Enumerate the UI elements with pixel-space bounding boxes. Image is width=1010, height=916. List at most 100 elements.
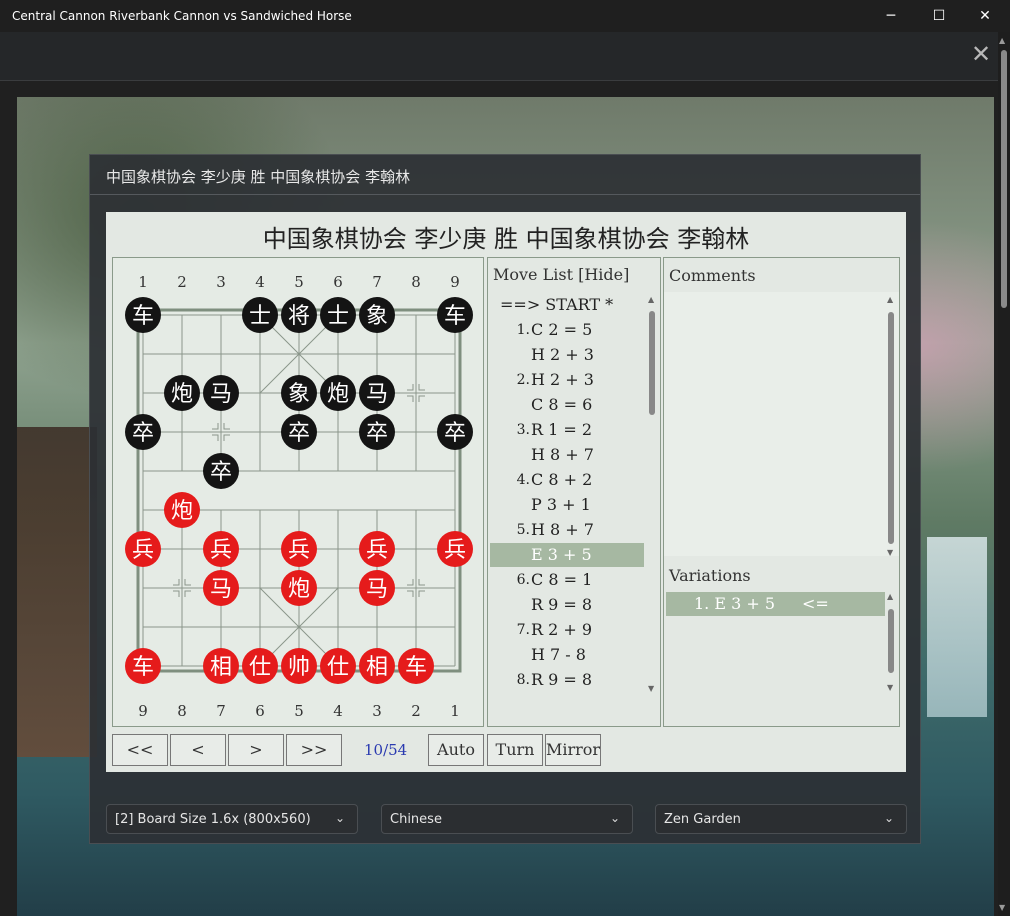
move-row[interactable]: 4. C 8 + 2 [490, 468, 644, 492]
move-row[interactable]: H 7 - 8 [490, 643, 644, 667]
board-size-select[interactable]: [2] Board Size 1.6x (800x560) ⌄ [106, 804, 358, 834]
board-size-value: [2] Board Size 1.6x (800x560) [115, 812, 311, 827]
next-move-button[interactable]: > [228, 734, 284, 766]
game-dialog: 中国象棋协会 李少庚 胜 中国象棋协会 李翰林 中国象棋协会 李少庚 胜 中国象… [89, 154, 921, 844]
file-label-bottom: 2 [411, 702, 421, 720]
variations-header: Variations [669, 566, 751, 585]
file-label-top: 9 [450, 273, 460, 291]
variation-item[interactable]: 1. E 3 + 5 <= [666, 592, 885, 616]
move-row[interactable]: 7. R 2 + 9 [490, 618, 644, 642]
scroll-down-icon[interactable]: ▼ [999, 903, 1005, 912]
move-row[interactable]: H 8 + 7 [490, 443, 644, 467]
scroll-up-icon[interactable]: ▲ [887, 295, 893, 304]
move-list: ==> START * 1. C 2 = 5H 2 + 3 2. H 2 + 3C 8… [490, 293, 644, 693]
position-marker [173, 590, 180, 597]
move-notation: H 8 + 7 [531, 445, 594, 464]
comments-panel: Comments ▲ ▼ Variations 1. E 3 + 5 <= ▲ … [663, 257, 900, 727]
start-label: ==> START * [500, 295, 614, 314]
file-label-top: 8 [411, 273, 421, 291]
piece-label: 马 [210, 577, 232, 602]
move-row[interactable]: R 9 = 8 [490, 593, 644, 617]
position-marker [212, 434, 219, 441]
move-notation: R 9 = 8 [531, 595, 593, 614]
theme-select[interactable]: Zen Garden ⌄ [655, 804, 907, 834]
piece-label: 车 [132, 304, 154, 329]
file-label-bottom: 9 [138, 702, 148, 720]
move-row[interactable]: 6. C 8 = 1 [490, 568, 644, 592]
piece-label: 卒 [210, 460, 232, 485]
move-row[interactable]: 2. H 2 + 3 [490, 368, 644, 392]
move-start-row[interactable]: ==> START * [490, 293, 644, 317]
minimize-button[interactable]: ─ [868, 0, 914, 32]
piece-label: 卒 [132, 421, 154, 446]
scrollbar-thumb[interactable] [888, 609, 894, 673]
chevron-down-icon: ⌄ [883, 811, 894, 825]
piece-label: 炮 [171, 382, 193, 407]
piece-label: 马 [366, 382, 388, 407]
move-number: 8. [516, 672, 530, 688]
move-number: 7. [516, 622, 530, 638]
move-number: 2. [516, 372, 530, 388]
move-row[interactable]: C 8 = 6 [490, 393, 644, 417]
dialog-divider [90, 194, 920, 195]
scroll-down-icon[interactable]: ▼ [648, 684, 654, 693]
maximize-button[interactable]: ☐ [916, 0, 962, 32]
piece-label: 兵 [132, 538, 154, 563]
scrollbar-thumb[interactable] [888, 312, 894, 544]
piece-label: 车 [405, 655, 427, 680]
close-window-button[interactable]: ✕ [962, 0, 1008, 32]
move-notation: H 2 + 3 [531, 370, 594, 389]
turn-board-button[interactable]: Turn [487, 734, 543, 766]
piece-label: 相 [366, 655, 388, 680]
move-counter: 10/54 [364, 741, 408, 759]
first-move-button[interactable]: << [112, 734, 168, 766]
move-list-scrollbar[interactable]: ▲ ▼ [646, 295, 658, 693]
move-list-header[interactable]: Move List [Hide] [493, 265, 629, 284]
scroll-down-icon[interactable]: ▼ [887, 683, 893, 692]
piece-label: 炮 [288, 577, 310, 602]
window-scrollbar[interactable]: ▲ ▼ [998, 32, 1010, 916]
move-row[interactable]: 8. R 9 = 8 [490, 668, 644, 692]
auto-play-button[interactable]: Auto [428, 734, 484, 766]
theme-value: Zen Garden [664, 812, 741, 827]
piece-label: 炮 [327, 382, 349, 407]
move-row[interactable]: 3. R 1 = 2 [490, 418, 644, 442]
comments-text[interactable] [664, 292, 899, 556]
piece-label: 仕 [327, 655, 349, 680]
piece-style-select[interactable]: Chinese ⌄ [381, 804, 633, 834]
prev-move-button[interactable]: < [170, 734, 226, 766]
move-number: 1. [516, 322, 530, 338]
last-move-button[interactable]: >> [286, 734, 342, 766]
board-canvas[interactable]: 1 2 3 4 5 6 7 8 99 8 7 6 5 4 3 2 1车士将士象车炮马象炮马卒卒卒卒卒炮兵兵兵兵兵… [113, 258, 485, 728]
close-viewer-icon[interactable]: ✕ [970, 42, 992, 66]
file-label-bottom: 6 [255, 702, 265, 720]
scroll-up-icon[interactable]: ▲ [887, 592, 893, 601]
piece-label: 车 [132, 655, 154, 680]
piece-label: 象 [366, 304, 388, 329]
move-notation: C 2 = 5 [531, 320, 593, 339]
mirror-board-button[interactable]: Mirror [545, 734, 601, 766]
file-label-top: 6 [333, 273, 343, 291]
file-label-bottom: 7 [216, 702, 226, 720]
game-title: 中国象棋协会 李少庚 胜 中国象棋协会 李翰林 [262, 225, 750, 253]
scroll-down-icon[interactable]: ▼ [887, 548, 893, 557]
scrollbar-thumb[interactable] [649, 311, 655, 415]
move-row[interactable]: 5. H 8 + 7 [490, 518, 644, 542]
move-row[interactable]: E 3 + 5 [490, 543, 644, 567]
piece-label: 仕 [249, 655, 271, 680]
move-notation: H 2 + 3 [531, 345, 594, 364]
move-notation: C 8 = 6 [531, 395, 593, 414]
move-row[interactable]: P 3 + 1 [490, 493, 644, 517]
scroll-up-icon[interactable]: ▲ [648, 295, 654, 304]
variations-scrollbar[interactable]: ▲ ▼ [885, 592, 897, 692]
scroll-up-icon[interactable]: ▲ [999, 36, 1005, 45]
position-marker [223, 434, 230, 441]
scrollbar-thumb[interactable] [1001, 50, 1007, 308]
move-notation: H 8 + 7 [531, 520, 594, 539]
xiangqi-board[interactable]: 123456789987654321车士将士象车炮马象炮马卒卒卒卒卒炮兵兵兵兵兵… [112, 257, 484, 727]
piece-label: 马 [366, 577, 388, 602]
move-row[interactable]: H 2 + 3 [490, 343, 644, 367]
move-row[interactable]: 1. C 2 = 5 [490, 318, 644, 342]
move-list-panel: Move List [Hide] ==> START * 1. C 2 = 5 H … [487, 257, 661, 727]
comments-scrollbar[interactable]: ▲ ▼ [885, 295, 897, 557]
